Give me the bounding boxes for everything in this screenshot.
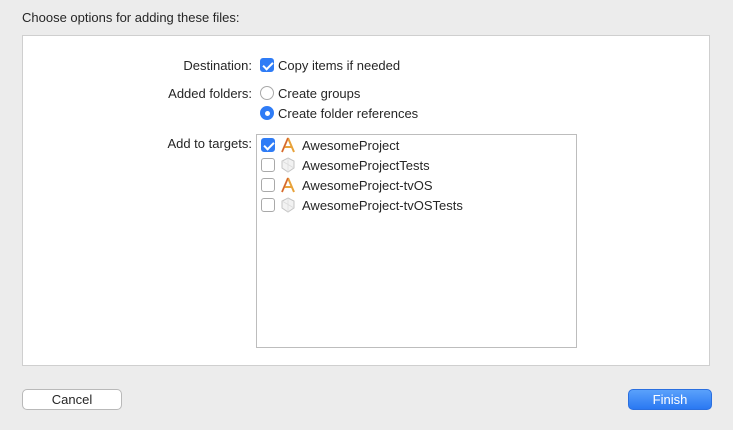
add-to-targets-label: Add to targets: — [167, 136, 252, 151]
destination-label: Destination: — [183, 58, 252, 73]
target-checkbox[interactable] — [261, 198, 275, 212]
target-label: AwesomeProject — [302, 138, 400, 153]
target-row[interactable]: AwesomeProject-tvOSTests — [257, 195, 576, 215]
added-folders-label: Added folders: — [168, 86, 252, 101]
app-target-icon — [281, 137, 295, 153]
target-row[interactable]: AwesomeProjectTests — [257, 155, 576, 175]
create-groups-radio[interactable] — [260, 86, 274, 100]
target-checkbox[interactable] — [261, 138, 275, 152]
target-label: AwesomeProject-tvOSTests — [302, 198, 463, 213]
create-folder-references-label[interactable]: Create folder references — [278, 106, 418, 121]
test-target-icon — [281, 197, 295, 213]
targets-list[interactable]: AwesomeProject AwesomeProjectTests Aweso… — [256, 134, 577, 348]
create-folder-references-radio[interactable] — [260, 106, 274, 120]
dialog-title: Choose options for adding these files: — [22, 10, 240, 25]
cancel-button[interactable]: Cancel — [22, 389, 122, 410]
target-label: AwesomeProject-tvOS — [302, 178, 433, 193]
target-checkbox[interactable] — [261, 178, 275, 192]
app-target-icon — [281, 177, 295, 193]
finish-button[interactable]: Finish — [628, 389, 712, 410]
target-label: AwesomeProjectTests — [302, 158, 430, 173]
target-row[interactable]: AwesomeProject — [257, 135, 576, 155]
copy-items-label[interactable]: Copy items if needed — [278, 58, 400, 73]
target-checkbox[interactable] — [261, 158, 275, 172]
target-row[interactable]: AwesomeProject-tvOS — [257, 175, 576, 195]
create-groups-label[interactable]: Create groups — [278, 86, 360, 101]
copy-items-checkbox[interactable] — [260, 58, 274, 72]
test-target-icon — [281, 157, 295, 173]
